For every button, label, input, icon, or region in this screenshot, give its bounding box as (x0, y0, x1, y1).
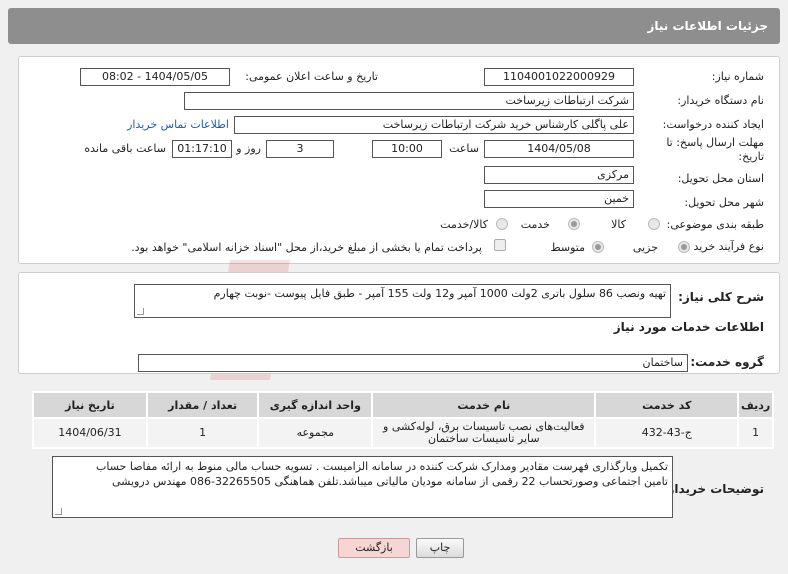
summary-label: شرح کلی نیاز: (678, 290, 764, 304)
services-table: ردیف کد خدمت نام خدمت واحد اندازه گیری ت… (32, 391, 774, 449)
cell-quantity: 1 (145, 417, 260, 449)
cell-need-date: 1404/06/31 (32, 417, 148, 449)
services-section-title: اطلاعات خدمات مورد نیاز (613, 320, 764, 334)
category-option-service: خدمت (520, 218, 550, 231)
column-header-unit: واحد اندازه گیری (257, 391, 374, 419)
deadline-date-field: 1404/05/08 (484, 140, 634, 158)
treasury-payment-checkbox[interactable] (494, 239, 506, 251)
requester-label: ایجاد کننده درخواست: (662, 118, 764, 131)
summary-text: تهیه ونصب 86 سلول باتری 2ولت 1000 آمپر و… (213, 287, 666, 300)
cell-unit: مجموعه (257, 417, 374, 449)
buyer-notes-line-2: تامین اجتماعی وصورتحساب 22 رقمی از سامان… (111, 475, 668, 488)
category-radio-goods[interactable] (648, 218, 660, 230)
treasury-payment-note: پرداخت تمام یا بخشی از مبلغ خرید،از محل … (131, 241, 482, 254)
deadline-time-label: ساعت (449, 142, 479, 155)
process-option-medium: متوسط (550, 241, 585, 254)
service-group-label: گروه خدمت: (690, 355, 764, 369)
process-radio-minor[interactable] (678, 241, 690, 253)
buyer-contact-link[interactable]: اطلاعات تماس خریدار (127, 118, 229, 131)
resize-handle[interactable] (137, 308, 144, 315)
city-field: خمین (484, 190, 634, 208)
city-label: شهر محل تحویل: (684, 196, 764, 209)
print-button[interactable]: چاپ (416, 538, 464, 558)
category-radio-service[interactable] (568, 218, 580, 230)
page-title: جزئیات اطلاعات نیاز (647, 19, 768, 33)
cell-service-name: فعالیت‌های نصب تاسیسات برق، لوله‌کشی و س… (371, 417, 597, 449)
buyer-notes-line-1: تکمیل وبارگذاری فهرست مقادیر ومدارک شرکت… (96, 460, 668, 473)
province-field: مرکزی (484, 166, 634, 184)
column-header-quantity: تعداد / مقدار (145, 391, 260, 419)
need-number-label: شماره نیاز: (711, 70, 764, 83)
process-option-minor: جزیی (632, 241, 658, 254)
province-label: استان محل تحویل: (677, 172, 764, 185)
remaining-time-label: ساعت باقی مانده (84, 142, 166, 155)
column-header-service-code: کد خدمت (594, 391, 740, 419)
summary-textarea: تهیه ونصب 86 سلول باتری 2ولت 1000 آمپر و… (134, 284, 671, 318)
category-radio-goods-service[interactable] (496, 218, 508, 230)
need-number-field: 1104001022000929 (484, 68, 634, 86)
deadline-time-field: 10:00 (372, 140, 442, 158)
cell-service-code: ج-43-432 (594, 417, 740, 449)
days-label: روز و (236, 142, 261, 155)
page-header: جزئیات اطلاعات نیاز (8, 8, 780, 44)
buyer-org-field: شرکت ارتباطات زیرساخت (184, 92, 634, 110)
buyer-notes-label: توضیحات خریدار: (662, 482, 764, 496)
service-group-field: ساختمان (138, 354, 688, 372)
deadline-label: مهلت ارسال پاسخ: تا تاریخ: (666, 136, 764, 163)
category-option-goods: کالا (611, 218, 626, 231)
column-header-need-date: تاریخ نیاز (32, 391, 148, 419)
category-label: طبقه بندی موضوعی: (666, 218, 764, 231)
announce-label: تاریخ و ساعت اعلان عمومی: (245, 70, 378, 83)
buyer-org-label: نام دستگاه خریدار: (677, 94, 764, 107)
cell-row-number: 1 (737, 417, 774, 449)
remaining-time-field: 01:17:10 (172, 140, 232, 158)
column-header-row-number: ردیف (737, 391, 774, 419)
column-header-service-name: نام خدمت (371, 391, 597, 419)
table-row: 1 ج-43-432 فعالیت‌های نصب تاسیسات برق، ل… (32, 417, 774, 449)
category-option-goods-service: کالا/خدمت (440, 218, 488, 231)
table-header-row: ردیف کد خدمت نام خدمت واحد اندازه گیری ت… (32, 391, 774, 419)
back-button[interactable]: بازگشت (338, 538, 410, 558)
buyer-notes-textarea: تکمیل وبارگذاری فهرست مقادیر ومدارک شرکت… (52, 456, 673, 518)
requester-field: علی پاگلی کارشناس خرید شرکت ارتباطات زیر… (234, 116, 634, 134)
process-radio-medium[interactable] (592, 241, 604, 253)
process-label: نوع فرآیند خرید : (686, 240, 764, 253)
days-field: 3 (266, 140, 334, 158)
announce-datetime-field: 1404/05/05 - 08:02 (80, 68, 230, 86)
resize-handle[interactable] (55, 508, 62, 515)
